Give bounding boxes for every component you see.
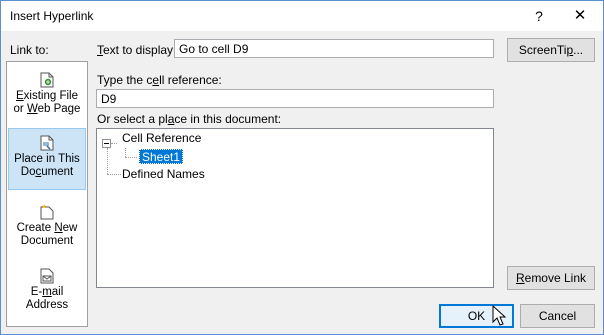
tree-connector bbox=[125, 157, 137, 158]
screentip-button[interactable]: ScreenTip... bbox=[507, 38, 595, 62]
sidebar-item-email-address[interactable]: E-mail Address bbox=[8, 262, 86, 324]
remove-link-button[interactable]: Remove Link bbox=[507, 266, 595, 290]
create-new-document-icon bbox=[40, 204, 54, 220]
existing-file-icon bbox=[40, 72, 54, 88]
place-select-label: Or select a place in this document: bbox=[97, 112, 282, 126]
place-tree[interactable]: Cell Reference Sheet1 Defined Names bbox=[96, 128, 494, 288]
tree-connector bbox=[125, 148, 126, 157]
title-bar: Insert Hyperlink ? ✕ bbox=[1, 1, 603, 31]
help-button[interactable]: ? bbox=[516, 1, 562, 31]
collapse-icon[interactable] bbox=[102, 139, 111, 148]
email-address-icon bbox=[40, 268, 54, 284]
text-to-display-label: Text to display: bbox=[97, 43, 177, 57]
tree-connector bbox=[111, 143, 117, 144]
sidebar-item-existing-file[interactable]: Existing File or Web Page bbox=[8, 66, 86, 128]
mouse-pointer-icon bbox=[492, 304, 507, 327]
link-to-sidebar: Existing File or Web Page Place in This Do… bbox=[6, 61, 88, 327]
sidebar-item-label: Create New Document bbox=[16, 222, 78, 247]
sidebar-item-create-new-document[interactable]: Create New Document bbox=[8, 198, 86, 260]
place-in-document-icon bbox=[40, 135, 54, 151]
tree-item-defined-names[interactable]: Defined Names bbox=[122, 167, 205, 181]
cell-reference-label: Type the cell reference: bbox=[97, 73, 222, 87]
cancel-button[interactable]: Cancel bbox=[520, 304, 595, 328]
sidebar-item-label: Place in This Document bbox=[14, 153, 80, 178]
dialog-title: Insert Hyperlink bbox=[10, 9, 94, 23]
tree-item-cell-reference[interactable]: Cell Reference bbox=[122, 131, 201, 145]
sidebar-item-place-in-document[interactable]: Place in This Document bbox=[8, 128, 86, 190]
tree-connector bbox=[107, 148, 108, 174]
text-to-display-input[interactable]: Go to cell D9 bbox=[174, 39, 494, 58]
sidebar-item-label: Existing File or Web Page bbox=[13, 90, 81, 115]
tree-item-sheet1[interactable]: Sheet1 bbox=[139, 149, 184, 164]
insert-hyperlink-dialog: Insert Hyperlink ? ✕ Link to: Existing F… bbox=[0, 0, 604, 335]
close-button[interactable]: ✕ bbox=[557, 1, 603, 31]
cell-reference-input[interactable]: D9 bbox=[96, 89, 494, 108]
sidebar-item-label: E-mail Address bbox=[25, 286, 69, 311]
link-to-label: Link to: bbox=[10, 43, 49, 57]
tree-connector bbox=[107, 174, 121, 175]
